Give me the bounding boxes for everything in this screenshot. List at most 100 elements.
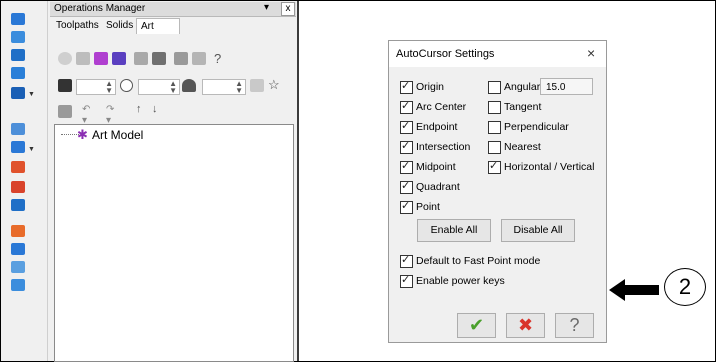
ok-button[interactable]: ✔ xyxy=(457,313,496,338)
checkbox-box[interactable] xyxy=(400,99,413,114)
callout-number: 2 xyxy=(664,268,706,306)
checkbox-label: Midpoint xyxy=(416,161,456,173)
operations-manager-panel: Operations Manager ▾ x Toolpaths Solids … xyxy=(48,1,299,362)
undo-icon[interactable]: ↶ ▾ xyxy=(82,104,90,126)
toolbar-icon-14[interactable] xyxy=(11,279,25,291)
horizontal-vertical-checkbox[interactable]: Horizontal / Vertical xyxy=(488,159,595,174)
checkbox-box[interactable] xyxy=(488,80,501,94)
checkbox-label: Quadrant xyxy=(416,181,460,193)
toolbar-icon-11[interactable] xyxy=(11,225,25,237)
point-checkbox[interactable]: Point xyxy=(400,199,440,214)
toolbar-button[interactable] xyxy=(94,52,108,65)
angular-checkbox[interactable]: Angular xyxy=(488,80,540,94)
checkbox-box[interactable] xyxy=(488,100,501,114)
checkbox-label: Arc Center xyxy=(416,101,467,113)
toolbar-icon-8[interactable] xyxy=(11,161,25,173)
help-icon[interactable]: ? xyxy=(214,51,221,66)
spin-box[interactable]: ▲ ▼ xyxy=(202,79,246,95)
tangent-checkbox[interactable]: Tangent xyxy=(488,100,541,114)
operations-manager-title: Operations Manager xyxy=(54,3,146,14)
checkbox-box[interactable] xyxy=(488,159,501,174)
tab-toolpaths[interactable]: Toolpaths xyxy=(52,18,103,33)
star-icon[interactable]: ☆ xyxy=(268,77,280,93)
toolbar-icon-9[interactable] xyxy=(11,181,25,193)
checkbox-box[interactable] xyxy=(400,273,413,288)
checkbox-box[interactable] xyxy=(400,199,413,214)
enable-power-keys-checkbox[interactable]: Enable power keys xyxy=(400,273,505,288)
tree-item-art-model[interactable]: Art Model xyxy=(92,128,143,142)
cancel-button[interactable]: ✖ xyxy=(506,313,545,338)
checkbox-box[interactable] xyxy=(488,140,501,154)
arrow-left-icon xyxy=(609,279,659,301)
toolbar-button[interactable] xyxy=(58,105,72,118)
toolbar-button[interactable] xyxy=(112,52,126,65)
toolbar-button[interactable] xyxy=(76,52,90,65)
default-fast-point-checkbox[interactable]: Default to Fast Point mode xyxy=(400,253,541,268)
origin-checkbox[interactable]: Origin xyxy=(400,79,445,94)
tab-art[interactable]: Art xyxy=(136,18,180,34)
toolbar-icon-10[interactable] xyxy=(11,199,25,211)
arrow-down-icon[interactable]: ↓ xyxy=(152,103,158,115)
checkbox-label: Tangent xyxy=(504,101,542,113)
checkbox-label: Default to Fast Point mode xyxy=(416,255,541,267)
perpendicular-checkbox[interactable]: Perpendicular xyxy=(488,120,569,134)
toolbar-icon-13[interactable] xyxy=(11,261,25,273)
toolbar-icon-6[interactable] xyxy=(11,123,25,135)
toolbar-button[interactable] xyxy=(134,52,148,65)
checkbox-box[interactable] xyxy=(488,120,501,134)
nearest-checkbox[interactable]: Nearest xyxy=(488,140,541,154)
checkbox-box[interactable] xyxy=(400,253,413,268)
close-icon[interactable]: × xyxy=(587,45,595,61)
endpoint-checkbox[interactable]: Endpoint xyxy=(400,119,457,134)
toolbar-icon-12[interactable] xyxy=(11,243,25,255)
toolbar-icon-2[interactable] xyxy=(11,31,25,43)
toolbar-icon-3[interactable] xyxy=(11,49,25,61)
check-icon: ✔ xyxy=(468,315,485,335)
checkbox-box[interactable] xyxy=(400,119,413,134)
checkbox-box[interactable] xyxy=(400,79,413,94)
checkbox-label: Origin xyxy=(416,81,445,93)
checkbox-label: Horizontal / Vertical xyxy=(504,161,595,173)
quadrant-checkbox[interactable]: Quadrant xyxy=(400,179,460,194)
toolbar-icon-5[interactable] xyxy=(11,87,25,99)
gear-icon: ✱ xyxy=(77,127,88,142)
toolbar-button[interactable] xyxy=(192,52,206,65)
toolbar-icon-4[interactable] xyxy=(11,67,25,79)
checkbox-label: Point xyxy=(416,201,440,213)
help-button[interactable]: ? xyxy=(555,313,594,338)
spin-box[interactable]: ▲ ▼ xyxy=(138,79,180,95)
pin-icon[interactable]: ▾ xyxy=(264,2,269,13)
angle-input[interactable]: 15.0 xyxy=(540,78,593,95)
checkbox-box[interactable] xyxy=(400,159,413,174)
redo-icon[interactable]: ↷ ▾ xyxy=(106,104,114,126)
chevron-down-icon[interactable]: ▼ xyxy=(28,146,35,153)
dialog-titlebar: AutoCursor Settings × xyxy=(389,41,606,67)
toolbar-icon-1[interactable] xyxy=(11,13,25,25)
disable-all-button[interactable]: Disable All xyxy=(501,219,575,242)
checkbox-box[interactable] xyxy=(400,179,413,194)
toolbar-icon-7[interactable] xyxy=(11,141,25,153)
operations-tree: ✱ Art Model xyxy=(54,124,294,362)
tab-solids[interactable]: Solids xyxy=(102,18,137,33)
toolbar-button[interactable] xyxy=(120,79,133,92)
close-icon[interactable]: x xyxy=(281,2,295,16)
checkbox-label: Intersection xyxy=(416,141,471,153)
intersection-checkbox[interactable]: Intersection xyxy=(400,139,471,154)
toolbar-button[interactable] xyxy=(174,52,188,65)
checkbox-box[interactable] xyxy=(400,139,413,154)
spin-box[interactable]: ▲ ▼ xyxy=(76,79,116,95)
enable-all-button[interactable]: Enable All xyxy=(417,219,491,242)
arrow-up-icon[interactable]: ↑ xyxy=(136,103,142,115)
toolbar-button[interactable] xyxy=(182,79,196,92)
left-toolbar: ▼ ▼ xyxy=(1,1,48,361)
x-icon: ✖ xyxy=(517,315,534,335)
toolbar-button[interactable] xyxy=(58,79,72,92)
chevron-down-icon[interactable]: ▼ xyxy=(28,91,35,98)
midpoint-checkbox[interactable]: Midpoint xyxy=(400,159,456,174)
toolbar-button[interactable] xyxy=(250,79,264,92)
toolbar-button[interactable] xyxy=(58,52,72,65)
help-icon: ? xyxy=(569,315,580,335)
toolbar-button[interactable] xyxy=(152,52,166,65)
autocursor-settings-dialog: AutoCursor Settings × Origin Arc Center … xyxy=(388,40,607,343)
arc-center-checkbox[interactable]: Arc Center xyxy=(400,99,467,114)
